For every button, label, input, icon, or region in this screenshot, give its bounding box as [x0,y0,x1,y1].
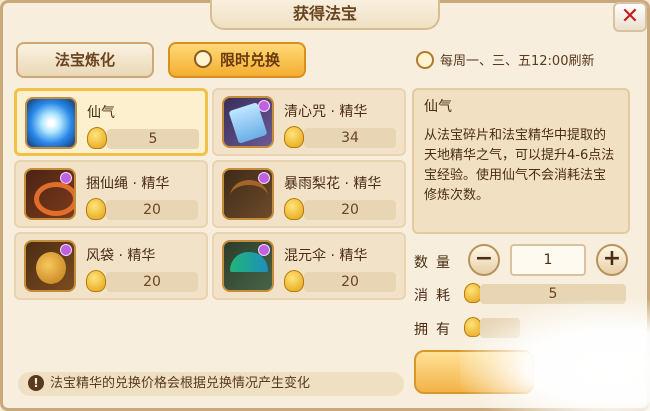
cost-label: 消耗 [414,288,458,304]
minus-icon: − [474,246,494,271]
quantity-input[interactable]: 1 [510,244,586,276]
quality-badge-icon [258,172,270,184]
coin-icon [284,126,304,148]
qi-orb-icon [25,97,77,149]
coin-icon [87,127,107,149]
clock-icon [416,51,434,69]
item-price: 20 [106,200,198,220]
item-detail: 仙气 从法宝碎片和法宝精华中提取的天地精华之气，可以提升4-6点法宝经验。使用仙… [412,88,630,234]
wind-bag-icon [24,240,76,292]
item-card-wind-bag[interactable]: 风袋 · 精华 20 [14,232,208,300]
item-card-scroll[interactable]: 清心咒 · 精华 34 [212,88,406,156]
detail-description: 从法宝碎片和法宝精华中提取的天地精华之气，可以提升4-6点法宝经验。使用仙气不会… [424,128,615,203]
item-name: 风袋 · 精华 [86,248,156,264]
coin-icon [86,198,106,220]
item-name: 捆仙绳 · 精华 [86,176,170,192]
close-icon: ✕ [620,4,640,29]
quality-badge-icon [60,244,72,256]
item-name: 暴雨梨花 · 精华 [284,176,382,192]
quality-badge-icon [258,100,270,112]
tab-exchange[interactable]: 限时兑换 [168,42,306,78]
coin-icon [284,198,304,220]
window-title: 获得法宝 [210,0,440,30]
item-price: 34 [304,128,396,148]
quality-badge-icon [60,172,72,184]
crossbow-icon [222,168,274,220]
item-price: 20 [304,272,396,292]
detail-title: 仙气 [424,99,452,115]
coin-icon [86,270,106,292]
close-button[interactable]: ✕ [613,2,647,32]
decrease-button[interactable]: − [468,244,500,276]
item-price: 20 [106,272,198,292]
quality-badge-icon [258,244,270,256]
coin-icon [284,270,304,292]
quantity-label: 数量 [414,255,458,271]
glare-overlay [460,300,650,411]
item-name: 混元伞 · 精华 [284,248,368,264]
item-name: 清心咒 · 精华 [284,104,368,120]
tab-refine-label: 法宝炼化 [54,51,115,69]
price-notice: ! 法宝精华的兑换价格会根据兑换情况产生变化 [18,372,404,396]
increase-button[interactable]: + [596,244,628,276]
plus-icon: + [602,246,622,271]
item-grid: 仙气 5 清心咒 · 精华 34 捆仙绳 · 精华 20 暴雨梨花 · 精华 2… [14,88,406,364]
item-price: 20 [304,200,396,220]
notice-text: 法宝精华的兑换价格会根据兑换情况产生变化 [50,376,311,391]
refresh-text: 每周一、三、五12:00刷新 [440,54,595,69]
own-label: 拥有 [414,322,458,338]
umbrella-icon [222,240,274,292]
rope-icon [24,168,76,220]
tab-refine[interactable]: 法宝炼化 [16,42,154,78]
item-card-rope[interactable]: 捆仙绳 · 精华 20 [14,160,208,228]
item-name: 仙气 [87,105,115,121]
tab-exchange-label: 限时兑换 [219,51,280,69]
refresh-schedule: 每周一、三、五12:00刷新 [416,50,594,69]
warning-icon: ! [28,375,44,391]
item-card-umbrella[interactable]: 混元伞 · 精华 20 [212,232,406,300]
item-card-crossbow[interactable]: 暴雨梨花 · 精华 20 [212,160,406,228]
scroll-icon [222,96,274,148]
item-price: 5 [107,129,199,149]
item-card-qi[interactable]: 仙气 5 [14,88,208,156]
clock-icon [193,50,212,68]
